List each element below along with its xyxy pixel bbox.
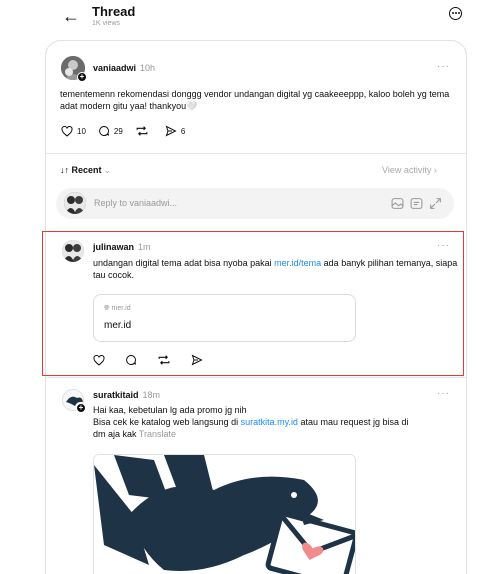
post-author[interactable]: vaniaadwi 10h [93,63,155,73]
post-username[interactable]: vaniaadwi [93,63,136,73]
reply-actions [93,354,219,366]
chevron-down-icon: ⌄ [103,165,112,175]
reply-author[interactable]: suratkitaid 18m [93,390,160,400]
like-button[interactable]: 10 [61,125,86,137]
sort-dropdown[interactable]: ↓↑ Recent ⌄ [60,165,111,176]
translate-link[interactable]: Translate [139,429,176,439]
share-icon [165,125,177,137]
gif-icon[interactable] [410,197,423,210]
share-count: 6 [180,126,186,136]
share-button[interactable] [191,354,207,366]
post-time: 10h [140,63,156,73]
post-actions: 10 29 6 [61,125,197,137]
top-bar: ← Thread 1K views [0,0,500,38]
reply-tools [385,197,442,210]
link-title: mer.id [104,320,132,331]
heart-icon [61,125,73,137]
globe-icon: 🌐︎ [104,305,112,312]
reply-link[interactable]: mer.id/tema [274,258,321,268]
dove-illustration [94,455,355,574]
reply-text: Hai kaa, kebetulan lg ada promo jg nih B… [93,404,463,440]
reply-username[interactable]: julinawan [93,242,134,252]
like-count: 10 [77,126,86,136]
reply-text-part: Bisa cek ke katalog web langsung di [93,417,241,427]
comment-button[interactable] [125,354,141,366]
follow-plus-icon[interactable]: + [76,403,86,413]
reply-line: Hai kaa, kebetulan lg ada promo jg nih [93,405,247,415]
more-options-icon[interactable]: ··· [437,61,450,72]
reply-username[interactable]: suratkitaid [93,390,139,400]
reply-line: Bisa cek ke katalog web langsung di sura… [93,416,463,428]
divider [46,377,466,378]
arrow-left-icon[interactable]: ← [62,5,80,27]
divider [46,153,466,154]
comment-icon [126,354,136,365]
more-options-icon[interactable]: ··· [437,388,450,399]
repost-icon [158,355,170,365]
repost-button[interactable] [157,354,175,366]
views-count: 1K views [92,20,121,27]
reply-author[interactable]: julinawan 1m [93,242,151,252]
expand-icon[interactable] [429,197,442,210]
reply-time: 18m [142,390,161,400]
link-preview-card[interactable]: 🌐︎ mer.id mer.id [93,294,356,342]
post-image[interactable] [93,454,356,574]
comment-button[interactable]: 29 [98,125,123,137]
reply-text-part: atau mau request jg bisa di [297,417,409,427]
comment-count: 29 [113,126,123,136]
view-activity-link[interactable]: View activity › [382,165,437,175]
more-circle-icon[interactable] [449,7,462,20]
reply-text: undangan digital tema adat bisa nyoba pa… [93,257,461,281]
repost-button[interactable] [135,125,153,137]
post-text: tementemenn rekomendasi donggg vendor un… [60,89,450,111]
share-icon [191,354,203,366]
follow-plus-icon[interactable]: + [77,72,87,82]
reply-placeholder: Reply to vaniaadwi... [94,198,178,208]
repost-icon [136,126,148,136]
reply-input[interactable]: Reply to vaniaadwi... [56,188,454,219]
image-icon[interactable] [391,197,404,210]
page-title: Thread [92,4,136,19]
link-domain: 🌐︎ mer.id [104,305,131,313]
share-button[interactable]: 6 [165,125,185,137]
avatar[interactable] [62,240,84,262]
reply-line: dm aja kak Translate [93,428,463,440]
sort-label: ↓↑ Recent [60,165,102,175]
reply-text-part: undangan digital tema adat bisa nyoba pa… [93,258,275,268]
like-button[interactable] [93,354,109,366]
comment-icon [99,125,109,136]
link-domain-text: mer.id [111,305,131,312]
reply-time: 1m [138,242,151,252]
heart-icon [93,354,105,366]
avatar [64,192,86,214]
reply-link[interactable]: suratkita.my.id [241,417,298,427]
more-options-icon[interactable]: ··· [437,240,450,251]
reply-text-part: dm aja kak [93,429,137,439]
